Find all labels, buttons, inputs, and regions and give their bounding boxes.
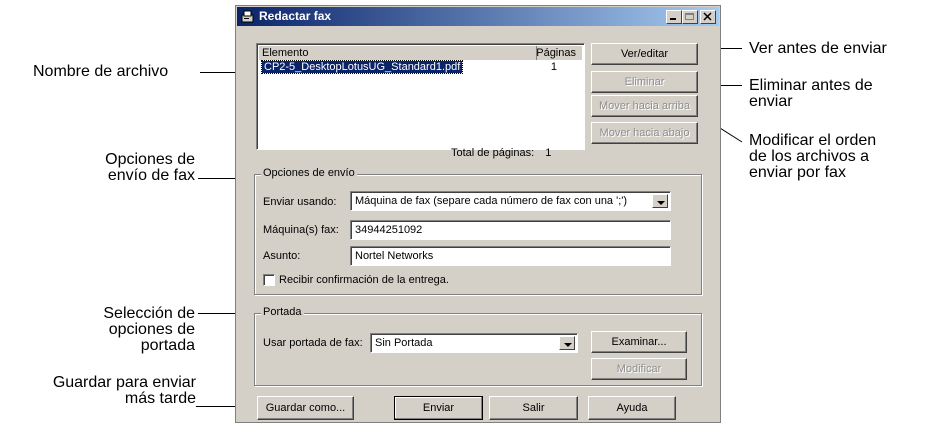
title-bar[interactable]: Redactar fax xyxy=(237,7,719,26)
button-label: Enviar xyxy=(422,402,455,414)
callout-text: Opciones de xyxy=(105,151,195,168)
window-title: Redactar fax xyxy=(259,9,332,23)
total-paginas: Total de páginas: 1 xyxy=(451,147,551,159)
button-label: Guardar como... xyxy=(265,402,346,414)
ver-editar-button[interactable]: Ver/editar xyxy=(591,43,698,65)
callout-text: envío de fax xyxy=(107,167,195,184)
callout-ver-antes: Ver antes de enviar xyxy=(749,40,887,57)
callout-eliminar: Eliminar antes de enviar xyxy=(749,78,873,110)
table-row[interactable]: CP2-5_DesktopLotusUG_Standard1.pdf 1 xyxy=(259,60,584,75)
column-header-label: Páginas xyxy=(536,47,576,59)
salir-button[interactable]: Salir xyxy=(489,396,578,420)
button-label: Examinar... xyxy=(611,336,667,348)
usar-portada-label: Usar portada de fax: xyxy=(263,337,363,349)
callout-seleccion-portada: Selección de opciones de portada xyxy=(60,306,195,354)
callout-modificar: Modificar el orden de los archivos a env… xyxy=(749,133,876,181)
callout-text: Guardar para enviar xyxy=(52,374,196,391)
input-value: 34944251092 xyxy=(355,224,423,236)
callout-text: enviar xyxy=(749,93,793,110)
mover-arriba-button[interactable]: Mover hacia arriba xyxy=(591,95,698,117)
callout-nombre-archivo: Nombre de archivo xyxy=(33,63,169,80)
group-legend: Opciones de envío xyxy=(261,167,357,179)
select-value: Máquina de fax (separe cada número de fa… xyxy=(355,195,628,207)
file-list[interactable]: Elemento Páginas CP2-5_DesktopLotusUG_St… xyxy=(256,43,585,150)
redactar-fax-dialog: Redactar fax Elemento Páginas CP2-5_Desk… xyxy=(235,5,721,423)
column-header-elemento[interactable]: Elemento xyxy=(259,46,537,60)
callout-opciones-envio: Opciones de envío de fax xyxy=(60,152,195,184)
usar-portada-select[interactable]: Sin Portada xyxy=(370,333,578,353)
button-label: Ver/editar xyxy=(620,48,669,60)
total-label: Total de páginas: xyxy=(451,147,535,159)
ayuda-button[interactable]: Ayuda xyxy=(588,396,676,420)
minimize-button[interactable] xyxy=(666,10,682,24)
callout-text: Modificar el orden xyxy=(749,132,877,149)
total-value: 1 xyxy=(545,147,552,159)
callout-text: Eliminar antes de xyxy=(749,77,873,94)
guardar-como-button[interactable]: Guardar como... xyxy=(257,396,354,420)
dropdown-button[interactable] xyxy=(652,194,668,208)
maximize-icon xyxy=(685,13,694,20)
chevron-down-icon xyxy=(564,343,572,347)
mover-abajo-button[interactable]: Mover hacia abajo xyxy=(591,122,698,144)
group-legend: Portada xyxy=(261,306,304,318)
eliminar-button[interactable]: Eliminar xyxy=(591,71,698,93)
button-label: Mover hacia arriba xyxy=(598,100,691,112)
opciones-envio-group: Opciones de envío Enviar usando: Máquina… xyxy=(254,167,702,295)
close-button[interactable] xyxy=(700,10,716,24)
enviar-usando-select[interactable]: Máquina de fax (separe cada número de fa… xyxy=(350,191,671,211)
maquinas-fax-input[interactable]: 34944251092 xyxy=(350,220,671,240)
button-label: Mover hacia abajo xyxy=(599,127,690,139)
callout-text: portada xyxy=(140,337,195,354)
callout-text: opciones de xyxy=(108,321,195,338)
close-icon xyxy=(703,12,712,21)
maximize-button[interactable] xyxy=(682,10,698,24)
callout-text: enviar por fax xyxy=(749,164,846,181)
select-value: Sin Portada xyxy=(375,337,433,349)
asunto-label: Asunto: xyxy=(263,250,301,262)
minimize-icon xyxy=(670,18,676,20)
enviar-button[interactable]: Enviar xyxy=(394,396,483,420)
callout-text: más tarde xyxy=(124,390,196,407)
confirmacion-label[interactable]: Recibir confirmación de la entrega. xyxy=(279,274,449,286)
callout-text: de los archivos a xyxy=(749,148,870,165)
dropdown-button[interactable] xyxy=(559,336,575,350)
button-label: Eliminar xyxy=(624,76,665,88)
column-header-paginas[interactable]: Páginas xyxy=(536,46,582,60)
confirmacion-checkbox[interactable] xyxy=(263,274,275,286)
file-name-cell: CP2-5_DesktopLotusUG_Standard1.pdf xyxy=(260,60,464,74)
chevron-down-icon xyxy=(657,201,665,205)
callout-text: Selección de xyxy=(103,305,195,322)
input-value: Nortel Networks xyxy=(355,250,434,262)
callout-guardar: Guardar para enviar más tarde xyxy=(5,375,196,407)
pages-cell: 1 xyxy=(550,61,557,73)
portada-group: Portada Usar portada de fax: Sin Portada… xyxy=(254,306,702,386)
enviar-usando-label: Enviar usando: xyxy=(263,196,337,208)
button-label: Salir xyxy=(522,402,545,414)
button-label: Modificar xyxy=(616,363,662,375)
examinar-button[interactable]: Examinar... xyxy=(591,331,687,353)
fax-app-icon xyxy=(241,10,254,23)
maquinas-label: Máquina(s) fax: xyxy=(263,224,339,236)
button-label: Ayuda xyxy=(616,402,648,414)
column-header-label: Elemento xyxy=(262,47,309,59)
modificar-button[interactable]: Modificar xyxy=(591,358,687,380)
asunto-input[interactable]: Nortel Networks xyxy=(350,246,671,266)
